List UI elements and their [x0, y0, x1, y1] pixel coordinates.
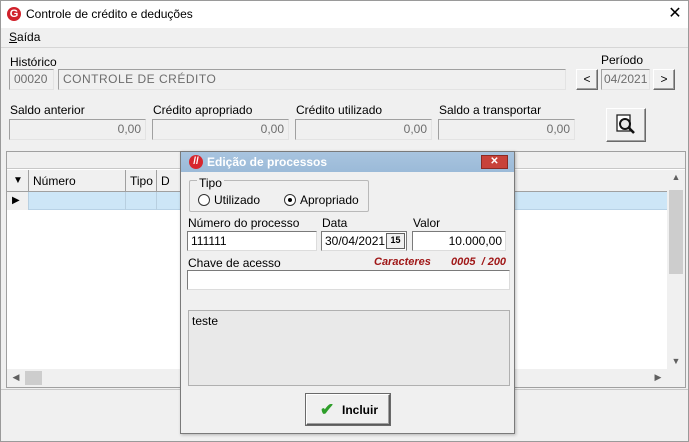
- menu-bar: Saída: [1, 28, 688, 47]
- menu-item-saida[interactable]: Saída: [9, 30, 40, 44]
- credito-apropriado-label: Crédito apropriado: [153, 103, 253, 117]
- historico-description-field: CONTROLE DE CRÉDITO: [58, 69, 566, 90]
- search-button[interactable]: [606, 108, 646, 142]
- credito-utilizado-label: Crédito utilizado: [296, 103, 383, 117]
- menu-item-saida-rest: aída: [17, 30, 41, 44]
- numero-processo-field[interactable]: 111111: [187, 231, 317, 251]
- radio-apropriado-label[interactable]: Apropriado: [300, 193, 359, 207]
- menu-divider: [1, 47, 688, 48]
- scroll-left-icon[interactable]: ◀: [7, 372, 25, 383]
- data-label: Data: [322, 216, 348, 230]
- cell-numero[interactable]: [29, 192, 126, 210]
- close-window-button[interactable]: ✕: [661, 2, 689, 26]
- dialog-title: Edição de processos: [207, 155, 328, 169]
- title-bar: G Controle de crédito e deduções ✕: [1, 1, 688, 28]
- app-logo-icon: G: [7, 7, 21, 21]
- credito-apropriado-field: 0,00: [152, 119, 289, 140]
- vertical-scroll-thumb[interactable]: [669, 190, 683, 274]
- data-value: 30/04/2021: [325, 234, 386, 248]
- historico-code-field: 00020: [9, 69, 54, 90]
- dialog-title-bar: // Edição de processos ✕: [181, 152, 514, 172]
- vertical-scrollbar[interactable]: ▲ ▼: [667, 170, 685, 369]
- saldo-anterior-label: Saldo anterior: [10, 103, 85, 117]
- valor-field[interactable]: 10.000,00: [412, 231, 506, 251]
- dialog-close-button[interactable]: ✕: [481, 155, 508, 169]
- dialog-logo-icon: //: [189, 155, 203, 169]
- saldo-anterior-field: 0,00: [9, 119, 146, 140]
- cell-tipo[interactable]: [126, 192, 157, 210]
- row-indicator-icon: ▶: [7, 192, 29, 210]
- chave-acesso-field[interactable]: [187, 270, 510, 290]
- periodo-label: Período: [601, 53, 644, 67]
- numero-processo-label: Número do processo: [188, 216, 300, 230]
- periodo-field: 04/2021: [601, 69, 650, 90]
- radio-apropriado[interactable]: [284, 194, 296, 206]
- horizontal-scroll-thumb[interactable]: [25, 371, 42, 385]
- historico-label: Histórico: [10, 55, 57, 69]
- credito-utilizado-field: 0,00: [295, 119, 432, 140]
- column-numero[interactable]: Número: [29, 170, 126, 192]
- window-title: Controle de crédito e deduções: [26, 7, 193, 21]
- caracteres-count: 0005 / 200: [451, 256, 507, 268]
- scroll-up-icon[interactable]: ▲: [667, 172, 685, 182]
- column-tipo[interactable]: Tipo: [126, 170, 157, 192]
- radio-utilizado-label[interactable]: Utilizado: [214, 193, 260, 207]
- observacao-memo[interactable]: teste: [188, 310, 510, 386]
- saldo-transportar-label: Saldo a transportar: [439, 103, 542, 117]
- periodo-next-button[interactable]: >: [653, 69, 675, 90]
- calendar-icon[interactable]: 15: [386, 233, 405, 249]
- edicao-processos-dialog: // Edição de processos ✕ Tipo Utilizado …: [180, 151, 515, 434]
- scroll-down-icon[interactable]: ▼: [667, 356, 685, 366]
- caracteres-label: Caracteres: [374, 256, 431, 268]
- saldo-transportar-field: 0,00: [438, 119, 575, 140]
- radio-utilizado[interactable]: [198, 194, 210, 206]
- valor-label: Valor: [413, 216, 441, 230]
- chave-acesso-label: Chave de acesso: [188, 256, 281, 270]
- header-indicator-icon[interactable]: ▼: [7, 170, 29, 192]
- tipo-label: Tipo: [197, 176, 224, 190]
- periodo-prev-button[interactable]: <: [576, 69, 598, 90]
- checkmark-icon: ✔: [320, 400, 335, 419]
- magnifier-icon: [616, 114, 635, 134]
- scroll-right-icon[interactable]: ▶: [649, 372, 667, 383]
- incluir-label: Incluir: [342, 403, 379, 417]
- incluir-button[interactable]: ✔ Incluir: [306, 394, 390, 425]
